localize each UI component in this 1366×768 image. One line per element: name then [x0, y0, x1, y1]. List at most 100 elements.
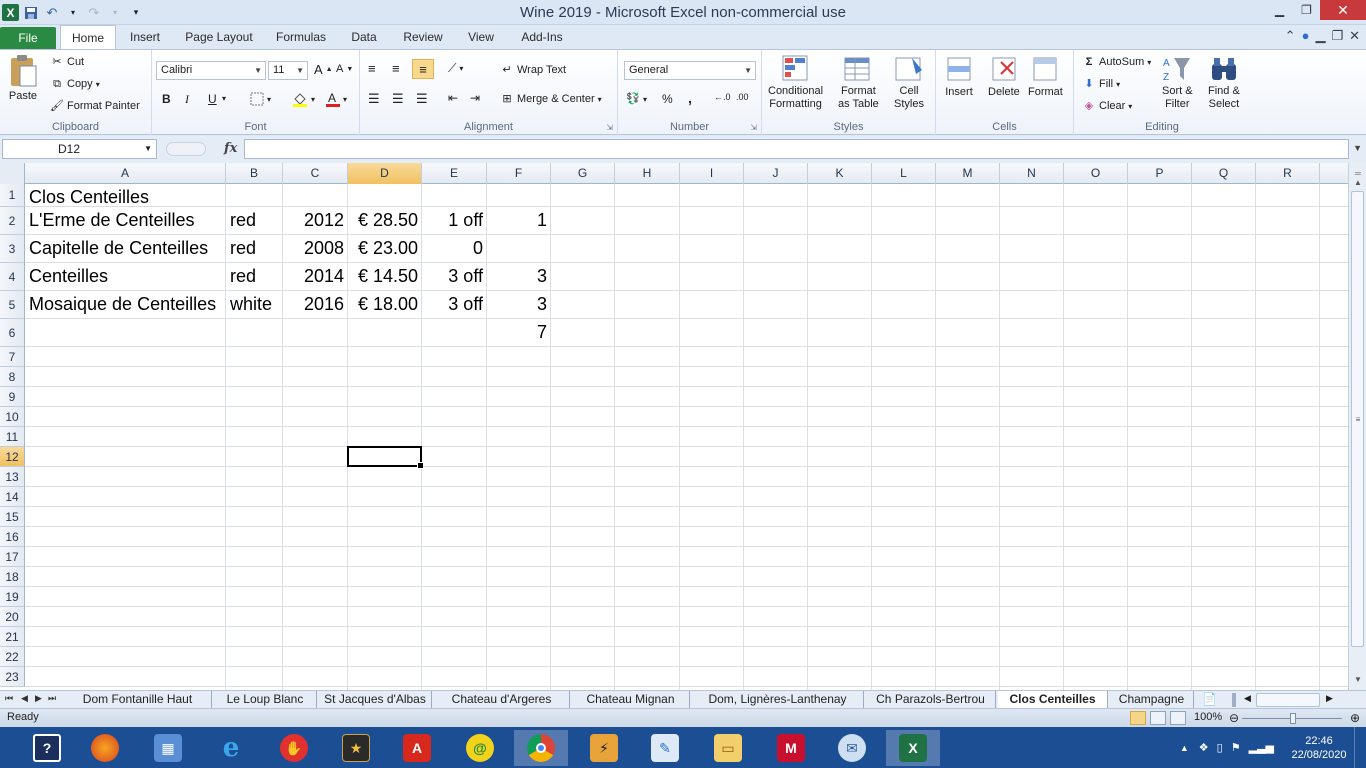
shrink-font-button[interactable]: A ▼	[336, 63, 353, 75]
taskbar-help[interactable]: ?	[20, 730, 74, 766]
tab-insert[interactable]: Insert	[122, 25, 168, 49]
prev-sheet-icon[interactable]: ◀	[21, 693, 28, 704]
comma-button[interactable]: ,	[688, 90, 692, 106]
column-header-c[interactable]: C	[283, 163, 348, 184]
sheet-tab-st-jacques-d-albas[interactable]: St Jacques d'Albas	[319, 691, 432, 709]
taskbar-app-notes[interactable]: ✎	[638, 730, 692, 766]
cell-f6[interactable]: 7	[487, 319, 551, 347]
column-header-o[interactable]: O	[1064, 163, 1128, 184]
last-sheet-icon[interactable]: ⏭	[48, 693, 56, 704]
row-header-6[interactable]: 6	[0, 319, 25, 347]
select-all-button[interactable]	[0, 163, 25, 184]
font-name-select[interactable]: Calibri ▼	[156, 61, 266, 80]
column-header-g[interactable]: G	[551, 163, 615, 184]
scroll-up-icon[interactable]: ▲	[1351, 176, 1365, 190]
next-sheet-icon[interactable]: ▶	[35, 693, 42, 704]
row-header-7[interactable]: 7	[0, 347, 25, 367]
flag-icon[interactable]: ⚑	[1231, 741, 1241, 754]
close-button[interactable]: ✕	[1320, 0, 1366, 20]
formula-input[interactable]	[244, 139, 1349, 159]
page-break-view-button[interactable]	[1170, 711, 1186, 725]
row-header-15[interactable]: 15	[0, 507, 25, 527]
taskbar-app-mcafee[interactable]: M	[764, 730, 818, 766]
cell-d5[interactable]: € 18.00	[348, 291, 422, 319]
align-center-button[interactable]: ☰	[392, 91, 404, 107]
column-header-e[interactable]: E	[422, 163, 487, 184]
delete-cells-button[interactable]: Delete	[988, 54, 1020, 98]
row-header-19[interactable]: 19	[0, 587, 25, 607]
row-header-1[interactable]: 1	[0, 184, 25, 207]
format-cells-button[interactable]: Format	[1028, 54, 1063, 98]
sheet-tab-ch-parazols-bertrou[interactable]: Ch Parazols-Bertrou	[866, 691, 996, 709]
row-header-10[interactable]: 10	[0, 407, 25, 427]
column-header-h[interactable]: H	[615, 163, 680, 184]
clock[interactable]: 22:46 22/08/2020	[1284, 734, 1354, 762]
wrap-text-button[interactable]: ↵ Wrap Text	[500, 63, 566, 77]
normal-view-button[interactable]	[1130, 711, 1146, 725]
cell-d3[interactable]: € 23.00	[348, 235, 422, 263]
column-header-j[interactable]: J	[744, 163, 808, 184]
vertical-scrollbar[interactable]: ═ ▲ ≡ ▼	[1348, 163, 1366, 690]
row-header-14[interactable]: 14	[0, 487, 25, 507]
minimize-button[interactable]: ▁	[1266, 0, 1293, 20]
taskbar-app-firefox[interactable]	[78, 730, 132, 766]
row-header-17[interactable]: 17	[0, 547, 25, 567]
column-header-a[interactable]: A	[25, 163, 226, 184]
insert-function-button[interactable]: fx	[224, 141, 237, 156]
cell-b5[interactable]: white	[226, 291, 283, 319]
row-header-21[interactable]: 21	[0, 627, 25, 647]
sheet-tab-clos-centeilles[interactable]: Clos Centeilles	[998, 691, 1108, 709]
worksheet-grid[interactable]: ABCDEFGHIJKLMNOPQR 1 2 3 4 5 6 7 8 9 10 11 12 13 14 15…	[0, 163, 1348, 690]
scroll-down-icon[interactable]: ▼	[1351, 673, 1365, 687]
cell-e4[interactable]: 3 off	[422, 263, 487, 291]
accounting-format-button[interactable]: 💱 ▾	[626, 92, 647, 106]
zoom-level[interactable]: 100%	[1194, 711, 1222, 723]
taskbar-app-chrome[interactable]	[514, 730, 568, 766]
cell-a5[interactable]: Mosaique de Centeilles	[25, 291, 220, 319]
row-header-22[interactable]: 22	[0, 647, 25, 667]
row-header-23[interactable]: 23	[0, 667, 25, 687]
taskbar-app-tool[interactable]: ⚡	[577, 730, 631, 766]
row-header-18[interactable]: 18	[0, 567, 25, 587]
tab-view[interactable]: View	[460, 25, 502, 49]
bold-button[interactable]: B	[162, 92, 171, 106]
cell-styles-button[interactable]: Cell Styles	[894, 54, 924, 110]
column-header-m[interactable]: M	[936, 163, 1000, 184]
paste-button[interactable]: Paste	[8, 54, 38, 102]
copy-button[interactable]: ⧉ Copy ▾	[50, 77, 100, 91]
align-right-button[interactable]: ☰	[416, 91, 428, 107]
show-desktop-button[interactable]	[1354, 727, 1366, 768]
cell-b3[interactable]: red	[226, 235, 283, 263]
row-header-8[interactable]: 8	[0, 367, 25, 387]
column-header-q[interactable]: Q	[1192, 163, 1256, 184]
workbook-restore-icon[interactable]: ❐	[1331, 28, 1343, 44]
row-header-12[interactable]: 12	[0, 447, 25, 467]
cell-b2[interactable]: red	[226, 207, 283, 235]
cell-c4[interactable]: 2014	[283, 263, 348, 291]
insert-sheet-icon[interactable]: 📄	[1202, 692, 1217, 706]
row-header-11[interactable]: 11	[0, 427, 25, 447]
cell-a3[interactable]: Capitelle de Centeilles	[25, 235, 212, 263]
format-painter-button[interactable]: 🖌 Format Painter	[50, 99, 140, 113]
cell-b4[interactable]: red	[226, 263, 283, 291]
row-header-16[interactable]: 16	[0, 527, 25, 547]
column-header-i[interactable]: I	[680, 163, 744, 184]
row-header-13[interactable]: 13	[0, 467, 25, 487]
tab-data[interactable]: Data	[344, 25, 384, 49]
horizontal-scroll-thumb[interactable]	[1256, 693, 1320, 707]
row-header-9[interactable]: 9	[0, 387, 25, 407]
taskbar-app-control-panel[interactable]: ▦	[141, 730, 195, 766]
formula-bar-splitter[interactable]	[166, 142, 206, 156]
battery-icon[interactable]: ▯	[1217, 741, 1223, 754]
row-header-20[interactable]: 20	[0, 607, 25, 627]
row-header-5[interactable]: 5	[0, 291, 25, 319]
name-box[interactable]: D12 ▼	[2, 139, 157, 159]
sheet-tab-champagne[interactable]: Champagne	[1110, 691, 1194, 709]
borders-button[interactable]: ▾	[250, 92, 271, 106]
cell-e2[interactable]: 1 off	[422, 207, 487, 235]
cell-a2[interactable]: L'Erme de Centeilles	[25, 207, 199, 235]
increase-indent-button[interactable]: ⇥	[470, 91, 480, 105]
zoom-slider[interactable]	[1242, 713, 1342, 724]
column-header-n[interactable]: N	[1000, 163, 1064, 184]
zoom-out-icon[interactable]: ⊖	[1229, 711, 1239, 725]
